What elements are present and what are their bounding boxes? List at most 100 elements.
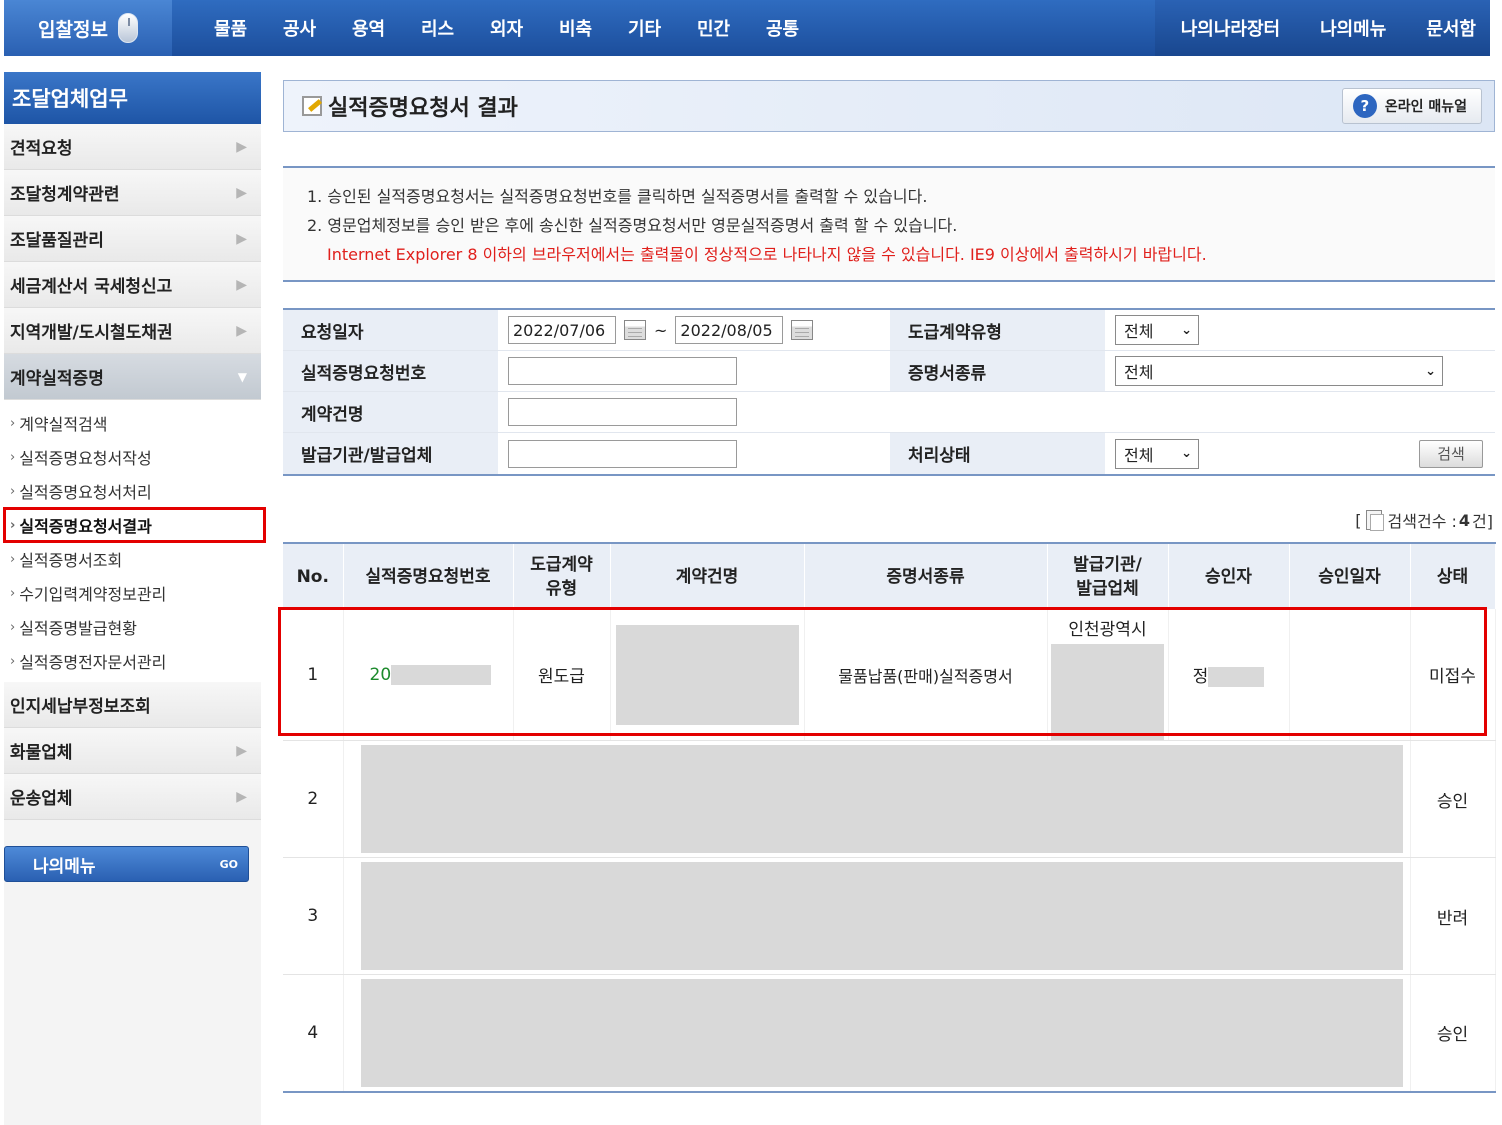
calendar-icon[interactable] — [791, 320, 814, 340]
date-to-input[interactable] — [675, 316, 784, 344]
sub-item-label: 실적증명전자문서관리 — [19, 653, 167, 672]
contract-name-input[interactable] — [508, 398, 737, 426]
sidebar-item-transport[interactable]: 운송업체 ▶ — [4, 774, 261, 820]
sidebar-item-freight[interactable]: 화물업체 ▶ — [4, 728, 261, 774]
sidebar-title: 조달업체업무 — [4, 72, 261, 124]
chevron-right-icon: ▶ — [236, 276, 247, 293]
sub-item-request-result[interactable]: › 실적증명요청서결과 — [3, 507, 266, 543]
chevron-right-icon: ▶ — [236, 184, 247, 201]
sub-item-cert-inquiry[interactable]: › 실적증명서조회 — [4, 542, 261, 576]
req-no-label: 실적증명요청번호 — [283, 351, 498, 391]
cert-kind-select[interactable]: 전체 ⌄ — [1115, 356, 1443, 386]
header-type: 도급계약 유형 — [513, 542, 611, 609]
sub-item-request-write[interactable]: › 실적증명요청서작성 — [4, 440, 261, 474]
req-no-input[interactable] — [508, 357, 737, 385]
sub-item-manual-contract[interactable]: › 수기입력계약정보관리 — [4, 576, 261, 610]
sub-item-request-process[interactable]: › 실적증명요청서처리 — [4, 474, 261, 508]
issuer-input[interactable] — [508, 439, 737, 468]
sub-item-label: 실적증명발급현황 — [19, 619, 137, 638]
count-prefix: [ — [1355, 510, 1362, 530]
inbox-link[interactable]: 문서함 — [1426, 15, 1476, 41]
search-button[interactable]: 검색 — [1419, 439, 1483, 468]
sidebar-item-label: 조달청계약관련 — [10, 185, 120, 205]
main-content: 실적증명요청서 결과 ? 온라인 매뉴얼 1. 승인된 실적증명요청서는 실적증… — [283, 80, 1496, 1093]
contract-name-label: 계약건명 — [283, 392, 498, 432]
document-icon — [1365, 510, 1384, 531]
notice-line-1: 1. 승인된 실적증명요청서는 실적증명요청번호를 클릭하면 실적증명서를 출력… — [307, 187, 928, 206]
header-issuer: 발급기관/ 발급업체 — [1047, 542, 1169, 609]
menu-item-common[interactable]: 공통 — [748, 15, 817, 41]
contract-type-select[interactable]: 전체 ⌄ — [1115, 315, 1199, 345]
my-menu-link[interactable]: 나의메뉴 — [1320, 15, 1386, 41]
arrow-icon: › — [10, 551, 16, 567]
cert-kind-value: 전체 — [1124, 363, 1154, 382]
menu-item-foreign[interactable]: 외자 — [472, 15, 541, 41]
sidebar-item-stamp-tax[interactable]: 인지세납부정보조회 — [4, 682, 261, 728]
date-from-input[interactable] — [508, 316, 616, 344]
cell-masked — [343, 974, 1411, 1093]
sub-item-label: 계약실적검색 — [19, 415, 108, 434]
sidebar-item-contract[interactable]: 조달청계약관련 ▶ — [4, 170, 261, 216]
sidebar-item-tax-invoice[interactable]: 세금계산서 국세청신고 ▶ — [4, 262, 261, 308]
status-select[interactable]: 전체 ⌄ — [1115, 438, 1199, 469]
top-navigation: 입찰정보 물품 공사 용역 리스 외자 비축 기타 민간 공통 나의나라장터 나… — [4, 0, 1490, 56]
menu-item-private[interactable]: 민간 — [679, 15, 748, 41]
masked-block — [360, 978, 1403, 1087]
result-table: No. 실적증명요청번호 도급계약 유형 계약건명 증명서종류 발급기관/ 발급… — [283, 542, 1496, 1093]
sub-item-label: 수기입력계약정보관리 — [19, 585, 167, 604]
header-date: 승인일자 — [1289, 542, 1411, 609]
count-label: 검색건수 : — [1387, 512, 1457, 531]
sub-item-e-document[interactable]: › 실적증명전자문서관리 — [4, 644, 261, 678]
page-title: 실적증명요청서 결과 — [328, 96, 518, 121]
sidebar-item-label: 조달품질관리 — [10, 231, 104, 251]
cell-cert: 물품납품(판매)실적증명서 — [804, 609, 1048, 741]
arrow-icon: › — [10, 517, 16, 533]
go-label: GO — [219, 857, 238, 871]
status-label: 처리상태 — [890, 433, 1105, 474]
contract-type-value: 전체 — [1124, 322, 1154, 341]
menu-item-service[interactable]: 용역 — [334, 15, 403, 41]
calendar-icon[interactable] — [624, 320, 646, 340]
online-manual-label: 온라인 매뉴얼 — [1384, 99, 1467, 115]
menu-item-construction[interactable]: 공사 — [265, 15, 334, 41]
arrow-icon: › — [10, 483, 16, 499]
table-row: 1 20 원도급 물품납품(판매)실적증명서 인천광역시 정 미접수 — [283, 609, 1496, 741]
my-menu-label: 나의메뉴 — [33, 856, 96, 877]
sidebar: 조달업체업무 견적요청 ▶ 조달청계약관련 ▶ 조달품질관리 ▶ 세금계산서 국세청신… — [3, 72, 266, 1125]
status-value: 전체 — [1124, 445, 1154, 465]
cell-no: 4 — [283, 974, 344, 1093]
table-row: 4 승인 — [283, 974, 1496, 1093]
sub-item-label: 실적증명요청서작성 — [19, 449, 152, 468]
req-no-link[interactable]: 20 — [370, 665, 392, 685]
sidebar-item-quality[interactable]: 조달품질관리 ▶ — [4, 216, 261, 262]
sub-item-issue-status[interactable]: › 실적증명발급현황 — [4, 610, 261, 644]
sub-item-label: 실적증명요청서결과 — [19, 517, 152, 536]
sidebar-item-label: 세금계산서 국세청신고 — [10, 277, 173, 297]
sub-item-label: 실적증명서조회 — [19, 551, 123, 570]
brand-menu[interactable]: 입찰정보 — [4, 0, 172, 56]
header-no: No. — [283, 542, 344, 609]
chevron-down-icon: ▼ — [237, 369, 247, 384]
cell-status: 반려 — [1410, 857, 1496, 975]
cell-masked — [343, 740, 1411, 858]
sidebar-item-quote[interactable]: 견적요청 ▶ — [4, 124, 261, 170]
my-menu-button[interactable]: 나의메뉴 GO — [4, 846, 249, 882]
my-naraa-market-link[interactable]: 나의나라장터 — [1181, 15, 1280, 41]
cell-req-no[interactable]: 20 — [343, 609, 514, 741]
sub-item-contract-search[interactable]: › 계약실적검색 — [4, 406, 261, 440]
menu-item-stockpile[interactable]: 비축 — [541, 15, 610, 41]
cell-date — [1289, 609, 1411, 741]
table-row: 3 반려 — [283, 857, 1496, 975]
sidebar-item-bonds[interactable]: 지역개발/도시철도채권 ▶ — [4, 308, 261, 354]
online-manual-button[interactable]: ? 온라인 매뉴얼 — [1341, 88, 1482, 124]
cell-approver: 정 — [1168, 609, 1290, 741]
result-count: [ 검색건수 : 4 건] — [283, 508, 1495, 532]
brand-label: 입찰정보 — [38, 18, 108, 41]
masked-block — [360, 745, 1403, 853]
menu-item-goods[interactable]: 물품 — [196, 15, 265, 41]
menu-item-lease[interactable]: 리스 — [403, 15, 472, 41]
menu-item-etc[interactable]: 기타 — [610, 15, 679, 41]
sidebar-item-performance-cert[interactable]: 계약실적증명 ▼ — [4, 354, 261, 400]
cell-contract — [610, 609, 805, 741]
chevron-right-icon: ▶ — [236, 742, 247, 759]
